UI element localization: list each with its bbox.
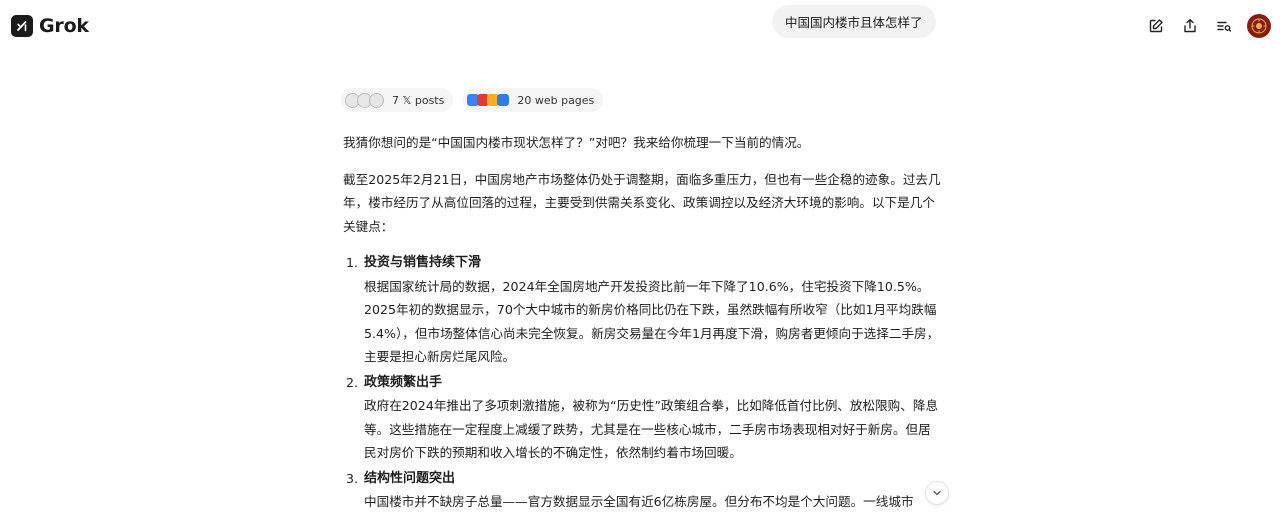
top-bar: Grok 中国国内楼市且体怎样了 xyxy=(0,0,1280,54)
app-name: Grok xyxy=(39,15,89,37)
x-posts-chip[interactable]: 7 𝕏 posts xyxy=(341,88,454,112)
key-point-body: 政府在2024年推出了多项刺激措施，被称为“历史性”政策组合拳，比如降低首付比例… xyxy=(364,398,939,460)
user-query-bubble: 中国国内楼市且体怎样了 xyxy=(772,5,936,38)
key-point-body: 根据国家统计局的数据，2024年全国房地产开发投资比前一年下降了10.6%，住宅… xyxy=(364,278,940,365)
web-page-favicons xyxy=(467,94,510,106)
top-actions xyxy=(1133,14,1271,38)
key-points-list: 1. 投资与销售持续下滑 根据国家统计局的数据，2024年全国房地产开发投资比前… xyxy=(343,251,943,514)
key-point-body: 中国楼市并不缺房子总量——官方数据显示全国有近6亿栋房屋。但分布不均是个大问题。… xyxy=(364,494,914,509)
history-icon[interactable] xyxy=(1213,15,1235,37)
web-pages-label: 20 web pages xyxy=(517,93,595,107)
key-point-number: 1. xyxy=(346,255,359,270)
grok-logo-icon xyxy=(11,15,33,37)
source-chips: 7 𝕏 posts 20 web pages xyxy=(341,88,604,112)
share-icon[interactable] xyxy=(1179,15,1201,37)
key-point: 2. 政策频繁出手 政府在2024年推出了多项刺激措施，被称为“历史性”政策组合… xyxy=(343,371,943,465)
new-chat-icon[interactable] xyxy=(1145,15,1167,37)
user-avatar[interactable] xyxy=(1247,14,1271,38)
answer-overview: 截至2025年2月21日，中国房地产市场整体仍处于调整期，面临多重压力，但也有一… xyxy=(343,171,941,234)
key-point: 3. 结构性问题突出 中国楼市并不缺房子总量——官方数据显示全国有近6亿栋房屋。… xyxy=(343,467,943,514)
key-point-title: 政策频繁出手 xyxy=(364,374,443,390)
grok-logo[interactable]: Grok xyxy=(11,15,89,37)
chevron-down-icon xyxy=(933,490,941,496)
user-query-text: 中国国内楼市且体怎样了 xyxy=(785,15,923,30)
key-point-title: 结构性问题突出 xyxy=(364,470,456,486)
answer-intro: 我猜你想问的是“中国国内楼市现状怎样了？”对吧？我来给你梳理一下当前的情况。 xyxy=(343,135,810,150)
favicon-icon xyxy=(497,94,510,106)
x-avatar-icon xyxy=(369,92,384,108)
key-point-number: 2. xyxy=(346,374,359,390)
key-point-title: 投资与销售持续下滑 xyxy=(364,255,482,270)
x-post-avatars xyxy=(345,92,384,108)
key-point: 1. 投资与销售持续下滑 根据国家统计局的数据，2024年全国房地产开发投资比前… xyxy=(343,251,943,369)
answer-content: 我猜你想问的是“中国国内楼市现状怎样了？”对吧？我来给你梳理一下当前的情况。 截… xyxy=(343,131,943,514)
x-posts-label: 7 𝕏 posts xyxy=(392,93,445,107)
web-pages-chip[interactable]: 20 web pages xyxy=(463,88,604,112)
key-point-number: 3. xyxy=(346,470,359,486)
scroll-down-button[interactable] xyxy=(925,481,949,505)
